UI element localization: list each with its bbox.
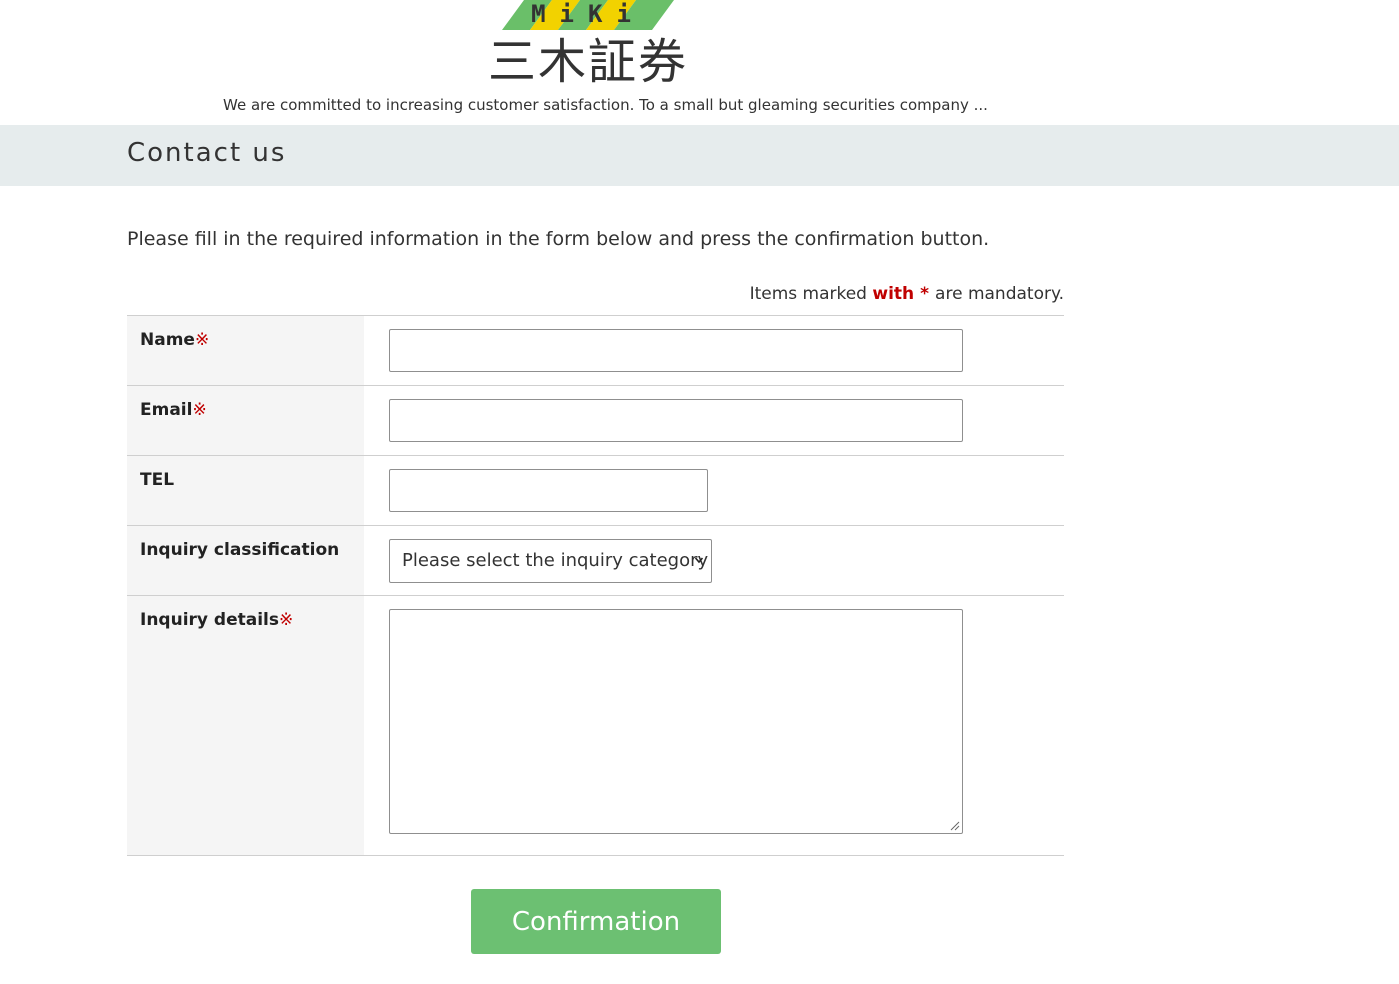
resize-grip-icon[interactable] [950, 821, 960, 831]
name-input[interactable] [389, 329, 963, 372]
mandatory-prefix: Items marked [749, 284, 867, 304]
required-mark: ※ [194, 330, 210, 350]
form-row-name: Name※ [127, 316, 1064, 386]
classification-selected: Please select the inquiry category [402, 550, 709, 571]
classification-select[interactable]: Please select the inquiry category [389, 539, 712, 583]
required-mark: ※ [192, 400, 207, 420]
tel-label: TEL [127, 456, 364, 525]
logo-band-text: MiKi [531, 0, 645, 28]
site-header: MiKi 三木証券 We are committed to increasing… [0, 0, 1399, 125]
intro-text: Please fill in the required information … [127, 228, 990, 250]
classification-label: Inquiry classification [127, 526, 364, 595]
mandatory-star: * [920, 284, 930, 304]
mandatory-with: with [872, 284, 915, 304]
miki-securities-logo[interactable]: MiKi 三木証券 [488, 0, 704, 92]
details-textarea[interactable] [389, 609, 963, 834]
email-label: Email※ [127, 386, 364, 455]
email-input[interactable] [389, 399, 963, 442]
form-row-email: Email※ [127, 386, 1064, 456]
logo-text: 三木証券 [488, 34, 689, 90]
chevron-down-icon [695, 557, 703, 564]
confirmation-button[interactable]: Confirmation [471, 889, 721, 954]
mandatory-suffix: are mandatory. [935, 284, 1064, 304]
required-mark: ※ [278, 610, 294, 630]
details-label: Inquiry details※ [127, 596, 364, 855]
form-row-classification: Inquiry classification Please select the… [127, 526, 1064, 596]
mandatory-note: Items marked with * are mandatory. [750, 284, 1064, 304]
form-row-details: Inquiry details※ [127, 596, 1064, 856]
form-row-tel: TEL [127, 456, 1064, 526]
name-label: Name※ [127, 316, 364, 385]
logo-band: MiKi [502, 0, 674, 30]
contact-form: Name※ Email※ TEL Inquiry classification … [127, 315, 1064, 856]
tagline: We are committed to increasing customer … [223, 96, 988, 114]
tel-input[interactable] [389, 469, 708, 512]
page-title: Contact us [127, 138, 287, 168]
